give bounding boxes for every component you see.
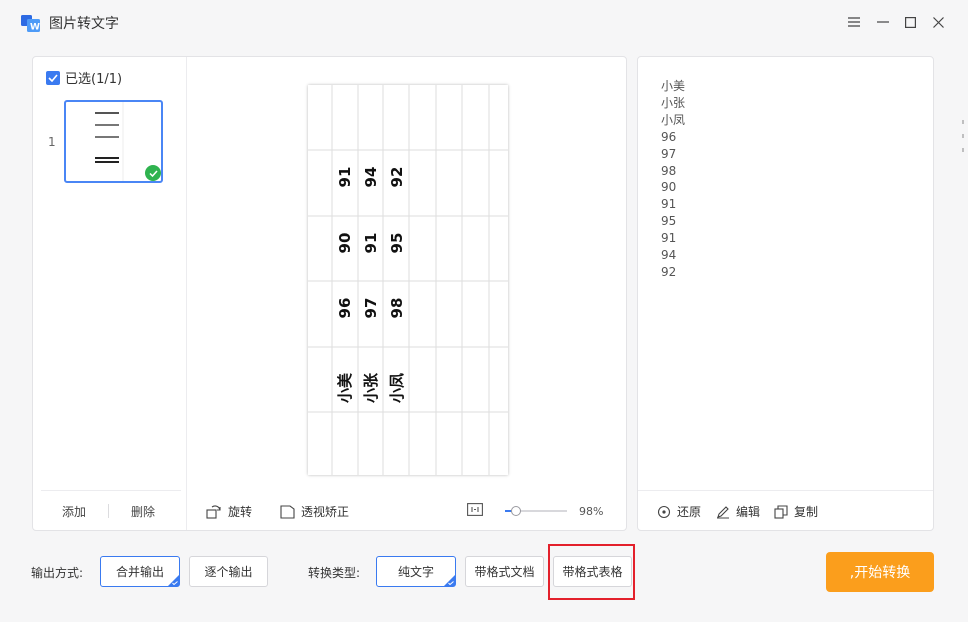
selected-check-badge bbox=[145, 165, 161, 181]
close-button[interactable] bbox=[928, 12, 948, 32]
menu-button[interactable] bbox=[844, 12, 864, 32]
table-cell-name: 小凤 bbox=[388, 373, 406, 403]
result-line: 92 bbox=[661, 264, 677, 279]
window-edge-marks bbox=[962, 120, 964, 152]
select-all-toggle[interactable]: 已选(1/1) bbox=[46, 68, 122, 87]
preview-toolbar: 旋转 透视矫正 98% bbox=[188, 497, 626, 529]
plain-text-label: 纯文字 bbox=[397, 565, 434, 579]
edit-icon bbox=[717, 505, 729, 518]
app-logo-icon: W bbox=[21, 15, 40, 33]
check-icon bbox=[48, 73, 58, 82]
thumb-index: 1 bbox=[48, 135, 56, 149]
close-icon bbox=[932, 16, 944, 28]
result-line: 90 bbox=[661, 180, 677, 195]
check-icon bbox=[148, 169, 158, 177]
perspective-icon bbox=[280, 504, 295, 519]
image-preview: 91 90 96 小美 94 91 97 小张 92 95 98 小凤 bbox=[308, 85, 508, 475]
svg-text:W: W bbox=[30, 23, 40, 33]
single-output-button[interactable]: 逐个输出 bbox=[189, 556, 268, 587]
convert-type-label: 转换类型: bbox=[308, 566, 361, 580]
check-icon bbox=[448, 581, 454, 585]
perspective-correction-button[interactable]: 透视矫正 bbox=[279, 503, 349, 520]
result-line: 小美 bbox=[661, 79, 686, 93]
rotate-label: 旋转 bbox=[228, 505, 253, 519]
select-all-checkbox[interactable] bbox=[46, 70, 60, 85]
rotate-button[interactable]: 旋转 bbox=[206, 503, 252, 520]
result-line: 96 bbox=[661, 129, 677, 144]
image-panel: 已选(1/1) 1 添加 删除 91 90 96 小美 94 91 97 小张 … bbox=[32, 56, 627, 531]
minimize-icon bbox=[877, 21, 889, 23]
zoom-slider-handle[interactable] bbox=[510, 506, 521, 516]
result-panel: 小美小张小凤 96 97 98 90 91 95 91 94 92 还原 编辑 bbox=[637, 56, 934, 531]
check-icon bbox=[172, 581, 178, 585]
result-line: 94 bbox=[661, 248, 677, 263]
perspective-label: 透视矫正 bbox=[301, 505, 350, 519]
restore-icon bbox=[657, 505, 671, 518]
table-cell-value: 95 bbox=[388, 233, 406, 254]
title-bar: W 图片转文字 bbox=[0, 0, 968, 44]
fit-size-button[interactable] bbox=[467, 503, 483, 516]
delete-button[interactable]: 删除 bbox=[131, 503, 155, 520]
copy-label: 复制 bbox=[794, 505, 819, 519]
app-title: 图片转文字 bbox=[49, 16, 119, 32]
merge-output-button[interactable]: 合并输出 bbox=[100, 556, 180, 587]
image-thumbnail[interactable] bbox=[64, 100, 163, 183]
output-mode-label: 输出方式: bbox=[31, 566, 84, 580]
thumbnail-column: 已选(1/1) 1 添加 删除 bbox=[33, 57, 187, 530]
formatted-doc-label: 带格式文档 bbox=[474, 565, 535, 579]
formatted-doc-button[interactable]: 带格式文档 bbox=[465, 556, 544, 587]
restore-button[interactable]: 还原 bbox=[657, 503, 701, 520]
result-line: 97 bbox=[661, 146, 677, 161]
result-line: 91 bbox=[661, 231, 677, 246]
table-cell-value: 92 bbox=[388, 167, 406, 188]
result-line: 小凤 bbox=[661, 112, 686, 127]
rotate-icon bbox=[206, 505, 221, 519]
thumbnail-actions: 添加 删除 bbox=[41, 490, 181, 530]
merge-output-label: 合并输出 bbox=[115, 565, 164, 579]
table-cell-value: 98 bbox=[388, 298, 406, 319]
edit-button[interactable]: 编辑 bbox=[716, 503, 760, 520]
result-line: 98 bbox=[661, 163, 677, 178]
copy-icon bbox=[774, 504, 788, 519]
select-all-label: 已选(1/1) bbox=[65, 72, 123, 87]
restore-label: 还原 bbox=[677, 505, 702, 519]
zoom-slider[interactable] bbox=[505, 506, 567, 516]
start-convert-button[interactable]: ,开始转换 bbox=[826, 552, 934, 592]
result-text[interactable]: 小美小张小凤 96 97 98 90 91 95 91 94 92 bbox=[661, 78, 685, 281]
fit-size-icon bbox=[467, 503, 483, 516]
table-image: 91 90 96 小美 94 91 97 小张 92 95 98 小凤 bbox=[308, 85, 508, 475]
table-cell-value: 90 bbox=[336, 233, 354, 254]
main-area: 已选(1/1) 1 添加 删除 91 90 96 小美 94 91 97 小张 … bbox=[0, 44, 968, 622]
table-cell-value: 96 bbox=[336, 298, 354, 319]
maximize-icon bbox=[904, 16, 916, 28]
start-convert-label: ,开始转换 bbox=[849, 565, 911, 581]
menu-icon bbox=[848, 17, 860, 27]
table-cell-value: 91 bbox=[336, 167, 354, 188]
minimize-button[interactable] bbox=[873, 12, 893, 32]
divider bbox=[108, 504, 109, 518]
result-toolbar: 还原 编辑 复制 bbox=[638, 490, 933, 530]
result-line: 95 bbox=[661, 214, 677, 229]
zoom-value: 98% bbox=[579, 505, 604, 518]
result-line: 小张 bbox=[661, 95, 686, 110]
table-cell-name: 小张 bbox=[362, 372, 380, 403]
table-cell-name: 小美 bbox=[336, 372, 354, 403]
plain-text-button[interactable]: 纯文字 bbox=[376, 556, 456, 587]
table-cell-value: 97 bbox=[362, 298, 380, 319]
result-line: 91 bbox=[661, 197, 677, 212]
table-cell-value: 94 bbox=[362, 167, 380, 188]
add-button[interactable]: 添加 bbox=[62, 503, 86, 520]
highlight-annotation bbox=[548, 544, 635, 600]
edit-label: 编辑 bbox=[736, 505, 761, 519]
copy-button[interactable]: 复制 bbox=[774, 503, 818, 520]
table-cell-value: 91 bbox=[362, 233, 380, 254]
single-output-label: 逐个输出 bbox=[204, 565, 253, 579]
maximize-button[interactable] bbox=[900, 12, 920, 32]
